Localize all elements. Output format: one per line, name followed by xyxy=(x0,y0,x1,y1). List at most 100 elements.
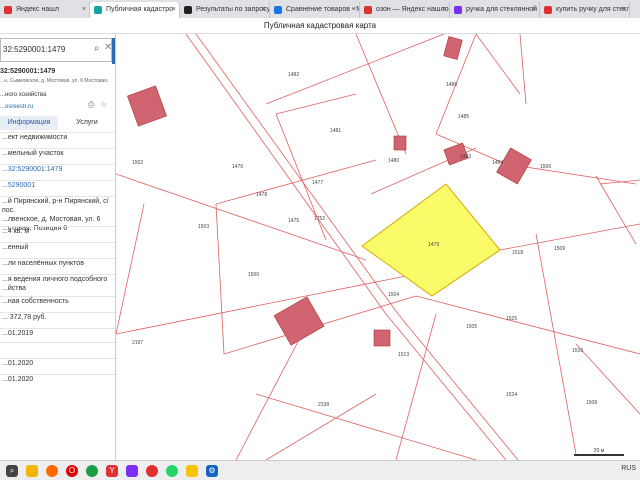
property-row: ...01.2020 xyxy=(0,374,115,384)
tab-label: озон — Яндекс нашлось xyxy=(376,6,450,13)
parcel-number-label: 1509 xyxy=(554,246,565,252)
site-link[interactable]: ...osreestr.ru xyxy=(0,104,33,110)
parcel-number-label: 1518 xyxy=(512,250,523,256)
map-canvas[interactable]: 1479 1486 1482 1485 1481 1480 1483 1484 1502 147… xyxy=(116,34,640,460)
tab-favicon-icon xyxy=(4,6,12,14)
building-shape[interactable] xyxy=(443,36,463,60)
parcel-number-label: 1513 xyxy=(398,352,409,358)
selected-parcel-highlight[interactable] xyxy=(361,183,501,297)
mail-icon[interactable] xyxy=(126,464,138,477)
tab-close-icon[interactable]: × xyxy=(622,2,626,18)
parcel-number-label: 1525 xyxy=(506,316,517,322)
tab-close-icon[interactable]: × xyxy=(172,2,176,18)
property-row: ...ная собственность xyxy=(0,296,115,306)
print-icon[interactable]: ⎙ xyxy=(88,100,94,110)
tab-close-icon[interactable]: × xyxy=(352,2,356,18)
parcel-number: 32:5290001:1479 xyxy=(0,68,56,75)
building-shape[interactable] xyxy=(273,296,325,346)
property-row[interactable]: ...32:5290001:1479 xyxy=(0,164,115,174)
parcel-number-label: 1482 xyxy=(288,72,299,78)
tab-favicon-icon xyxy=(544,6,552,14)
cadastral-map[interactable]: 1479 1486 1482 1485 1481 1480 1483 1484 1502 147… xyxy=(116,34,640,460)
parcel-number-label: 1505 xyxy=(466,324,477,330)
tab-label: Публичная кадастро xyxy=(106,6,174,13)
file-explorer-icon[interactable] xyxy=(26,464,38,477)
parcel-number-label: 1477 xyxy=(312,180,323,186)
tab-label: ручка для стеклянной кр xyxy=(466,6,540,13)
parcel-number-label: 1480 xyxy=(388,158,399,164)
parcel-address-snippet: ...н, Сымковское, д. Мостовая, ул. 6 Мос… xyxy=(0,78,109,84)
tab-label: Яндекс нашл xyxy=(16,6,59,13)
browser-tab[interactable]: купить ручку для стекля × xyxy=(540,2,630,18)
browser-tab[interactable]: Результаты по запросу «р× xyxy=(180,2,270,18)
star-icon[interactable]: ☆ xyxy=(100,100,107,109)
parcel-number-label: 1503 xyxy=(198,224,209,230)
property-row: ...енный xyxy=(0,242,115,252)
parcel-number-label: 1506 xyxy=(540,164,551,170)
tab-close-icon[interactable]: × xyxy=(442,2,446,18)
browser-tab-strip: Яндекс нашл × Публичная кадастро × Результат… xyxy=(0,0,640,18)
whatsapp-icon[interactable] xyxy=(166,464,178,477)
tab-close-icon[interactable]: × xyxy=(262,2,266,18)
property-row: ...мельный участок xyxy=(0,148,115,158)
tab-favicon-icon xyxy=(364,6,372,14)
opera-icon[interactable]: O xyxy=(66,464,78,477)
building-shape[interactable] xyxy=(373,329,391,347)
chrome-icon[interactable] xyxy=(86,464,98,477)
tab-favicon-icon xyxy=(454,6,462,14)
building-shape[interactable] xyxy=(393,135,407,151)
os-taskbar: ⌕ O Y ⚙ RUS xyxy=(0,460,640,480)
yandex-browser-icon[interactable]: Y xyxy=(106,464,118,477)
tab-favicon-icon xyxy=(274,6,282,14)
tab-close-icon[interactable]: × xyxy=(532,2,536,18)
parcel-number-label: 1483 xyxy=(460,154,471,160)
property-row[interactable]: ...5290001 xyxy=(0,180,115,190)
lens-icon[interactable] xyxy=(146,464,158,477)
parcel-number-label: 1752 xyxy=(314,216,325,222)
parcel-number-label: 1485 xyxy=(458,114,469,120)
system-tray-language[interactable]: RUS xyxy=(621,465,636,472)
parcel-number-label: 1481 xyxy=(330,128,341,134)
parcel-number-label: 1502 xyxy=(132,160,143,166)
page-header: Публичная кадастровая карта xyxy=(0,18,640,34)
page-title: Публичная кадастровая карта xyxy=(263,21,377,30)
property-row: ...01.2020 xyxy=(0,358,115,368)
property-row: ...я ведения личного подсобного ...йства xyxy=(0,274,115,293)
browser-tab[interactable]: Сравнение товаров - Ма × xyxy=(270,2,360,18)
parcel-number-label: 2338 xyxy=(318,402,329,408)
tab-services[interactable]: Услуги xyxy=(58,116,115,130)
gear-icon[interactable]: ⚙ xyxy=(206,464,218,477)
property-row: ...4 кв. м xyxy=(0,226,115,236)
parcel-number-label: 1484 xyxy=(492,160,503,166)
tab-close-icon[interactable]: × xyxy=(82,2,86,18)
tab-label: купить ручку для стекля xyxy=(556,6,630,13)
info-sidebar: 32:5290001:1479 ⌕ ✕ 32:5290001:1479 ...н… xyxy=(0,34,116,460)
browser-tab[interactable]: ручка для стеклянной кр × xyxy=(450,2,540,18)
building-shape[interactable] xyxy=(127,85,167,127)
viber-icon[interactable] xyxy=(186,464,198,477)
tab-label: Сравнение товаров - Ма xyxy=(286,6,360,13)
tab-favicon-icon xyxy=(94,6,102,14)
parcel-number-label: 1486 xyxy=(446,82,457,88)
search-icon[interactable]: ⌕ xyxy=(94,43,100,54)
parcel-number-label: 1500 xyxy=(248,272,259,278)
property-row: ...ект недвижимости xyxy=(0,132,115,142)
tab-favicon-icon xyxy=(184,6,192,14)
browser-tab[interactable]: Яндекс нашл × xyxy=(0,2,90,18)
parcel-number-label: 1510 xyxy=(572,348,583,354)
firefox-icon[interactable] xyxy=(46,464,58,477)
sidebar-tabs: Информация Услуги xyxy=(0,116,115,130)
parcel-number-label: 1475 xyxy=(288,218,299,224)
tab-info[interactable]: Информация xyxy=(0,116,58,130)
selected-parcel-label: 1479 xyxy=(428,242,439,248)
parcel-number-label: 1476 xyxy=(232,164,243,170)
parcel-number-label: 1478 xyxy=(256,192,267,198)
search-taskbar-icon[interactable]: ⌕ xyxy=(6,464,18,477)
map-scale: 20 м xyxy=(574,448,624,456)
browser-tab[interactable]: озон — Яндекс нашлось × xyxy=(360,2,450,18)
browser-tab[interactable]: Публичная кадастро × xyxy=(90,2,180,18)
property-row: ...ли населённых пунктов xyxy=(0,258,115,268)
property-row xyxy=(0,342,115,343)
building-shape[interactable] xyxy=(496,147,532,185)
parcel-number-label: 1524 xyxy=(506,392,517,398)
